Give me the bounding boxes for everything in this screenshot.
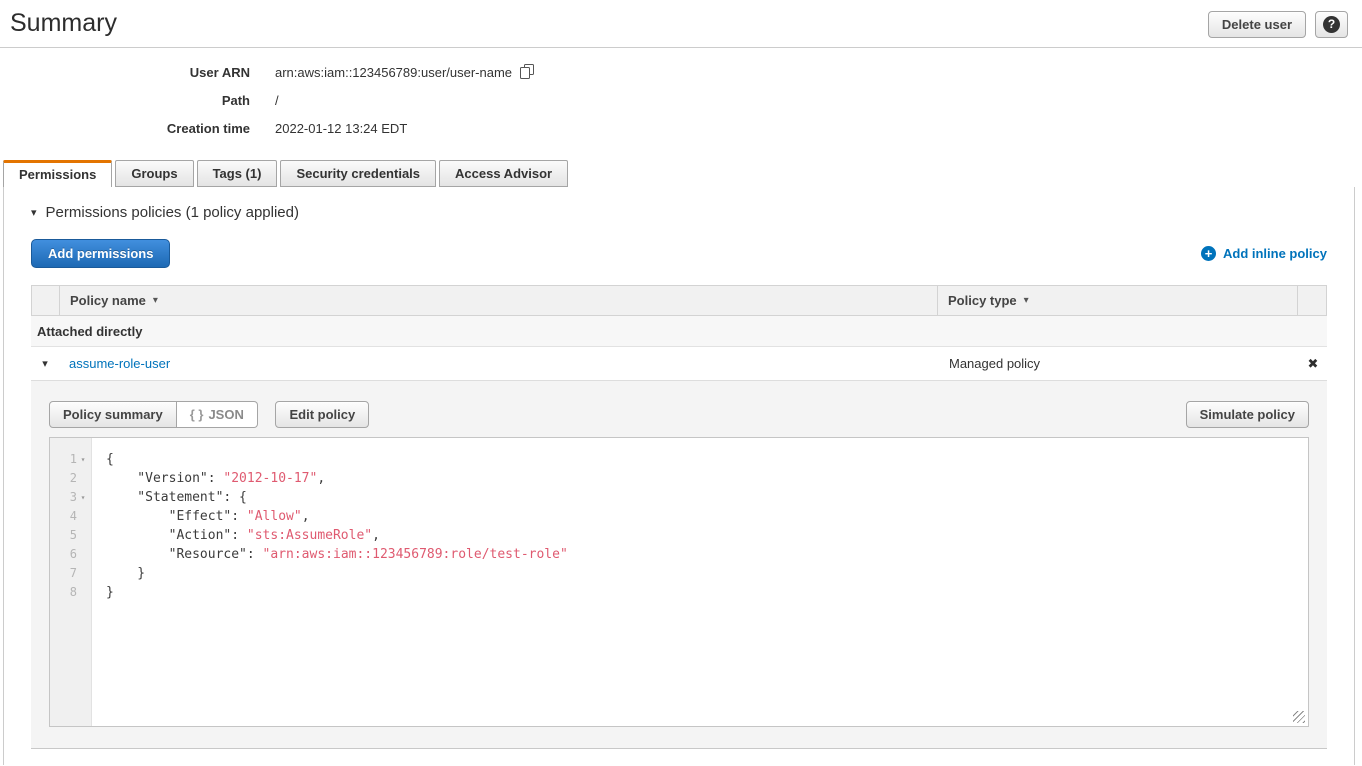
- policy-name-link[interactable]: assume-role-user: [69, 356, 170, 371]
- expand-column-header: [32, 286, 60, 315]
- view-toggle: Policy summary { } JSON: [49, 401, 258, 428]
- editor-code-area[interactable]: { "Version": "2012-10-17", "Statement": …: [92, 438, 1308, 726]
- help-icon: ?: [1323, 16, 1340, 33]
- view-buttons-group: Policy summary { } JSON Edit policy: [49, 401, 369, 428]
- edit-policy-button[interactable]: Edit policy: [275, 401, 369, 428]
- info-row: Creation time 2022-01-12 13:24 EDT: [0, 122, 1362, 135]
- plus-circle-icon: +: [1201, 246, 1216, 261]
- code-line: {: [106, 450, 1308, 469]
- tab-access-advisor[interactable]: Access Advisor: [439, 160, 568, 187]
- tab-groups[interactable]: Groups: [115, 160, 193, 187]
- info-row: Path /: [0, 94, 1362, 107]
- remove-column-header: [1298, 286, 1326, 315]
- add-permissions-button[interactable]: Add permissions: [31, 239, 170, 268]
- policy-type-header-label: Policy type: [948, 293, 1017, 308]
- table-header-row: Policy name ▾ Policy type ▾: [31, 285, 1327, 316]
- info-label: User ARN: [0, 65, 250, 80]
- permissions-policies-section-header[interactable]: ▾ Permissions policies (1 policy applied…: [31, 187, 1327, 221]
- code-line: "Statement": {: [106, 488, 1308, 507]
- permissions-toolbar: Add permissions + Add inline policy: [31, 239, 1327, 268]
- line-number: 2: [50, 469, 91, 488]
- policy-name-column-header[interactable]: Policy name ▾: [60, 286, 938, 315]
- tab-permissions[interactable]: Permissions: [3, 160, 112, 187]
- tab-bar: PermissionsGroupsTags (1)Security creden…: [0, 160, 1362, 187]
- line-number: 3▾: [50, 488, 91, 507]
- fold-caret-icon[interactable]: ▾: [77, 450, 89, 469]
- info-value: arn:aws:iam::123456789:user/user-name: [275, 64, 534, 82]
- json-button-label: JSON: [208, 407, 243, 422]
- code-line: }: [106, 583, 1308, 602]
- tab-security-credentials[interactable]: Security credentials: [280, 160, 436, 187]
- policy-table-row: ▾ assume-role-user Managed policy ✖: [31, 347, 1327, 380]
- code-line: "Action": "sts:AssumeRole",: [106, 526, 1308, 545]
- line-number: 1▾: [50, 450, 91, 469]
- help-button[interactable]: ?: [1315, 11, 1348, 38]
- line-number: 4: [50, 507, 91, 526]
- collapse-caret-icon: ▾: [31, 206, 37, 219]
- info-value: /: [275, 93, 279, 108]
- policy-name-header-label: Policy name: [70, 293, 146, 308]
- info-label: Path: [0, 93, 250, 108]
- sort-caret-icon: ▾: [1024, 295, 1029, 306]
- user-info-section: User ARN arn:aws:iam::123456789:user/user…: [0, 48, 1362, 160]
- simulate-policy-button[interactable]: Simulate policy: [1186, 401, 1309, 428]
- detach-policy-icon[interactable]: ✖: [1299, 356, 1327, 372]
- code-line: "Effect": "Allow",: [106, 507, 1308, 526]
- section-header-label: Permissions policies (1 policy applied): [46, 204, 299, 221]
- info-label: Creation time: [0, 121, 250, 136]
- copy-icon[interactable]: [520, 64, 534, 82]
- braces-icon: { }: [190, 407, 204, 422]
- policy-table: Policy name ▾ Policy type ▾ Attached dir…: [31, 285, 1327, 749]
- code-line: "Resource": "arn:aws:iam::123456789:role…: [106, 545, 1308, 564]
- line-number: 5: [50, 526, 91, 545]
- sort-caret-icon: ▾: [153, 295, 158, 306]
- fold-caret-icon[interactable]: ▾: [77, 488, 89, 507]
- policy-detail-panel: Policy summary { } JSON Edit policy Simu…: [31, 380, 1327, 749]
- tab-tags-1[interactable]: Tags (1): [197, 160, 278, 187]
- permissions-tab-panel: ▾ Permissions policies (1 policy applied…: [3, 187, 1355, 765]
- info-row: User ARN arn:aws:iam::123456789:user/user…: [0, 66, 1362, 79]
- line-number: 6: [50, 545, 91, 564]
- code-line: }: [106, 564, 1308, 583]
- page-header: Summary Delete user ?: [0, 0, 1362, 48]
- policy-name-cell: assume-role-user: [59, 356, 939, 371]
- editor-resize-handle[interactable]: [1293, 711, 1305, 723]
- add-inline-policy-link[interactable]: + Add inline policy: [1201, 246, 1327, 261]
- group-row-attached-directly: Attached directly: [31, 316, 1327, 347]
- line-number: 7: [50, 564, 91, 583]
- policy-summary-button[interactable]: Policy summary: [49, 401, 177, 428]
- delete-user-button[interactable]: Delete user: [1208, 11, 1306, 38]
- code-line: "Version": "2012-10-17",: [106, 469, 1308, 488]
- policy-type-column-header[interactable]: Policy type ▾: [938, 286, 1298, 315]
- policy-json-editor[interactable]: 1▾23▾45678 { "Version": "2012-10-17", "S…: [49, 437, 1309, 727]
- info-value: 2022-01-12 13:24 EDT: [275, 121, 407, 136]
- header-actions: Delete user ?: [1208, 11, 1348, 38]
- line-number: 8: [50, 583, 91, 602]
- editor-line-number-gutter: 1▾23▾45678: [50, 438, 92, 726]
- policy-detail-toolbar: Policy summary { } JSON Edit policy Simu…: [49, 401, 1309, 428]
- json-view-button[interactable]: { } JSON: [177, 401, 258, 428]
- add-inline-policy-label: Add inline policy: [1223, 246, 1327, 261]
- policy-type-cell: Managed policy: [939, 356, 1299, 371]
- page-title: Summary: [10, 8, 117, 38]
- row-expand-caret-icon[interactable]: ▾: [31, 357, 59, 370]
